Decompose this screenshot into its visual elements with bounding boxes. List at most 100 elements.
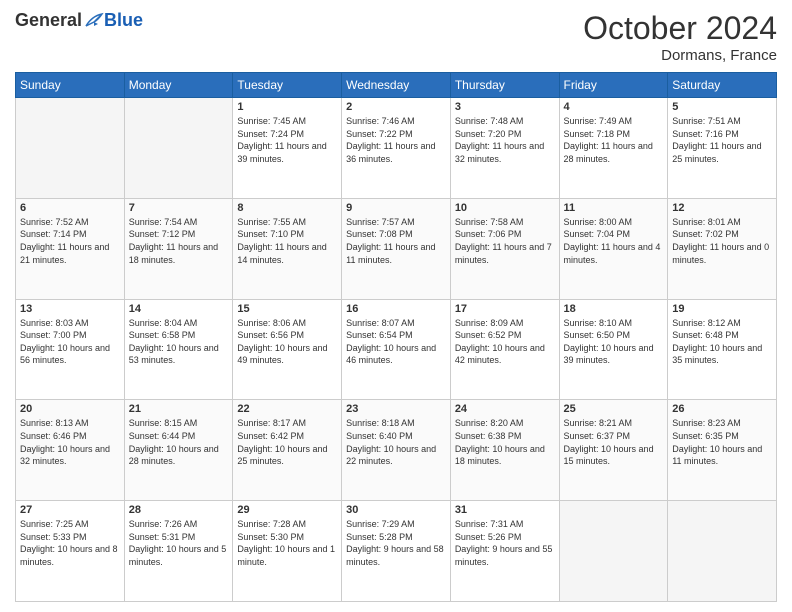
day-info: Sunrise: 7:28 AMSunset: 5:30 PMDaylight:… (237, 518, 337, 568)
day-info: Sunrise: 8:07 AMSunset: 6:54 PMDaylight:… (346, 317, 446, 367)
table-row: 21 Sunrise: 8:15 AMSunset: 6:44 PMDayligh… (124, 400, 233, 501)
table-row: 3Sunrise: 7:48 AMSunset: 7:20 PMDaylight… (450, 98, 559, 199)
month-title: October 2024 (583, 10, 777, 47)
day-info: Sunrise: 8:15 AMSunset: 6:44 PMDaylight:… (129, 417, 229, 467)
day-number: 14 (129, 303, 229, 315)
calendar-week-3: 13 Sunrise: 8:03 AMSunset: 7:00 PMDayligh… (16, 299, 777, 400)
day-number: 2 (346, 101, 446, 113)
logo-bird-icon (84, 12, 104, 30)
table-row: 31Sunrise: 7:31 AMSunset: 5:26 PMDayligh… (450, 501, 559, 602)
day-info: Sunrise: 7:26 AMSunset: 5:31 PMDaylight:… (129, 518, 229, 568)
table-row: 28 Sunrise: 7:26 AMSunset: 5:31 PMDayligh… (124, 501, 233, 602)
title-block: October 2024 Dormans, France (583, 10, 777, 64)
day-number: 18 (564, 303, 664, 315)
day-info: Sunrise: 7:49 AMSunset: 7:18 PMDaylight:… (564, 115, 664, 165)
table-row: 9 Sunrise: 7:57 AMSunset: 7:08 PMDaylight… (342, 198, 451, 299)
day-info: Sunrise: 8:12 AMSunset: 6:48 PMDaylight:… (672, 317, 772, 367)
day-number: 23 (346, 403, 446, 415)
day-number: 26 (672, 403, 772, 415)
table-row: 26 Sunrise: 8:23 AMSunset: 6:35 PMDayligh… (668, 400, 777, 501)
day-info: Sunrise: 7:55 AMSunset: 7:10 PMDaylight:… (237, 216, 337, 266)
logo-general: General (15, 10, 82, 31)
table-row: 2 Sunrise: 7:46 AMSunset: 7:22 PMDaylight… (342, 98, 451, 199)
day-info: Sunrise: 8:17 AMSunset: 6:42 PMDaylight:… (237, 417, 337, 467)
table-row: 17 Sunrise: 8:09 AMSunset: 6:52 PMDayligh… (450, 299, 559, 400)
day-number: 25 (564, 403, 664, 415)
day-number: 31 (455, 504, 555, 516)
table-row: 16 Sunrise: 8:07 AMSunset: 6:54 PMDayligh… (342, 299, 451, 400)
col-tuesday: Tuesday (233, 73, 342, 98)
day-info: Sunrise: 7:46 AMSunset: 7:22 PMDaylight:… (346, 115, 446, 165)
table-row: 27 Sunrise: 7:25 AMSunset: 5:33 PMDayligh… (16, 501, 125, 602)
day-info: Sunrise: 8:23 AMSunset: 6:35 PMDaylight:… (672, 417, 772, 467)
day-number: 13 (20, 303, 120, 315)
day-info: Sunrise: 7:58 AMSunset: 7:06 PMDaylight:… (455, 216, 555, 266)
logo-blue: Blue (104, 10, 143, 31)
day-number: 17 (455, 303, 555, 315)
col-saturday: Saturday (668, 73, 777, 98)
day-info: Sunrise: 7:57 AMSunset: 7:08 PMDaylight:… (346, 216, 446, 266)
calendar-week-4: 20 Sunrise: 8:13 AMSunset: 6:46 PMDayligh… (16, 400, 777, 501)
day-number: 28 (129, 504, 229, 516)
table-row: 24Sunrise: 8:20 AMSunset: 6:38 PMDayligh… (450, 400, 559, 501)
day-info: Sunrise: 8:13 AMSunset: 6:46 PMDaylight:… (20, 417, 120, 467)
day-number: 21 (129, 403, 229, 415)
table-row: 10 Sunrise: 7:58 AMSunset: 7:06 PMDayligh… (450, 198, 559, 299)
day-number: 20 (20, 403, 120, 415)
day-number: 4 (564, 101, 664, 113)
day-info: Sunrise: 7:52 AMSunset: 7:14 PMDaylight:… (20, 216, 120, 266)
col-monday: Monday (124, 73, 233, 98)
day-number: 16 (346, 303, 446, 315)
calendar-header-row: Sunday Monday Tuesday Wednesday Thursday… (16, 73, 777, 98)
day-number: 8 (237, 202, 337, 214)
day-info: Sunrise: 8:09 AMSunset: 6:52 PMDaylight:… (455, 317, 555, 367)
table-row: 4 Sunrise: 7:49 AMSunset: 7:18 PMDaylight… (559, 98, 668, 199)
day-number: 22 (237, 403, 337, 415)
table-row: 22 Sunrise: 8:17 AMSunset: 6:42 PMDayligh… (233, 400, 342, 501)
day-number: 1 (237, 101, 337, 113)
day-number: 9 (346, 202, 446, 214)
table-row (16, 98, 125, 199)
day-info: Sunrise: 8:20 AMSunset: 6:38 PMDaylight:… (455, 417, 555, 467)
logo-text: General Blue (15, 10, 143, 31)
calendar-week-2: 6 Sunrise: 7:52 AMSunset: 7:14 PMDaylight… (16, 198, 777, 299)
table-row: 14 Sunrise: 8:04 AMSunset: 6:58 PMDayligh… (124, 299, 233, 400)
day-number: 30 (346, 504, 446, 516)
table-row: 29 Sunrise: 7:28 AMSunset: 5:30 PMDayligh… (233, 501, 342, 602)
col-friday: Friday (559, 73, 668, 98)
day-number: 11 (564, 202, 664, 214)
table-row: 7 Sunrise: 7:54 AMSunset: 7:12 PMDaylight… (124, 198, 233, 299)
location: Dormans, France (583, 47, 777, 64)
day-info: Sunrise: 7:29 AMSunset: 5:28 PMDaylight:… (346, 518, 446, 568)
table-row: 6 Sunrise: 7:52 AMSunset: 7:14 PMDaylight… (16, 198, 125, 299)
day-info: Sunrise: 8:04 AMSunset: 6:58 PMDaylight:… (129, 317, 229, 367)
calendar-week-5: 27 Sunrise: 7:25 AMSunset: 5:33 PMDayligh… (16, 501, 777, 602)
day-info: Sunrise: 7:45 AMSunset: 7:24 PMDaylight:… (237, 115, 337, 165)
day-info: Sunrise: 7:54 AMSunset: 7:12 PMDaylight:… (129, 216, 229, 266)
day-number: 7 (129, 202, 229, 214)
table-row: 5Sunrise: 7:51 AMSunset: 7:16 PMDaylight… (668, 98, 777, 199)
table-row: 1 Sunrise: 7:45 AMSunset: 7:24 PMDaylight… (233, 98, 342, 199)
table-row (124, 98, 233, 199)
table-row (559, 501, 668, 602)
day-info: Sunrise: 8:06 AMSunset: 6:56 PMDaylight:… (237, 317, 337, 367)
header: General Blue October 2024 Dormans, Franc… (15, 10, 777, 64)
day-number: 19 (672, 303, 772, 315)
day-info: Sunrise: 7:51 AMSunset: 7:16 PMDaylight:… (672, 115, 772, 165)
table-row: 20 Sunrise: 8:13 AMSunset: 6:46 PMDayligh… (16, 400, 125, 501)
table-row: 25 Sunrise: 8:21 AMSunset: 6:37 PMDayligh… (559, 400, 668, 501)
day-number: 10 (455, 202, 555, 214)
day-number: 6 (20, 202, 120, 214)
table-row: 19 Sunrise: 8:12 AMSunset: 6:48 PMDayligh… (668, 299, 777, 400)
col-sunday: Sunday (16, 73, 125, 98)
calendar-table: Sunday Monday Tuesday Wednesday Thursday… (15, 72, 777, 602)
table-row: 15 Sunrise: 8:06 AMSunset: 6:56 PMDayligh… (233, 299, 342, 400)
day-info: Sunrise: 7:25 AMSunset: 5:33 PMDaylight:… (20, 518, 120, 568)
day-number: 27 (20, 504, 120, 516)
day-number: 15 (237, 303, 337, 315)
table-row: 8 Sunrise: 7:55 AMSunset: 7:10 PMDaylight… (233, 198, 342, 299)
day-number: 29 (237, 504, 337, 516)
table-row: 13 Sunrise: 8:03 AMSunset: 7:00 PMDayligh… (16, 299, 125, 400)
day-info: Sunrise: 8:03 AMSunset: 7:00 PMDaylight:… (20, 317, 120, 367)
day-info: Sunrise: 8:21 AMSunset: 6:37 PMDaylight:… (564, 417, 664, 467)
